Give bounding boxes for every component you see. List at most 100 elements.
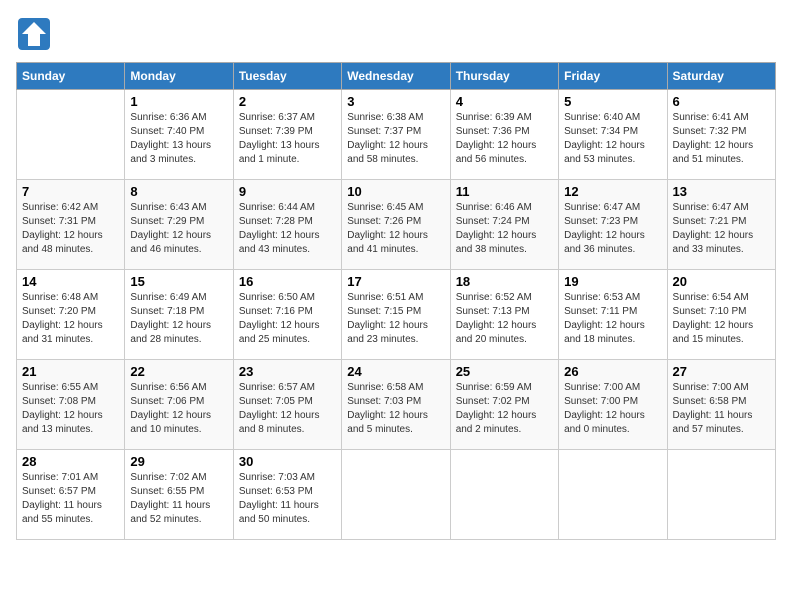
day-info: Sunrise: 6:46 AM Sunset: 7:24 PM Dayligh… xyxy=(456,201,553,257)
day-number: 17 xyxy=(347,274,444,289)
day-number: 8 xyxy=(130,184,227,199)
calendar-cell: 7 Sunrise: 6:42 AM Sunset: 7:31 PM Daylig… xyxy=(17,180,125,270)
day-info: Sunrise: 6:38 AM Sunset: 7:37 PM Dayligh… xyxy=(347,111,444,167)
day-number: 18 xyxy=(456,274,553,289)
calendar-cell: 18 Sunrise: 6:52 AM Sunset: 7:13 PM Dayli… xyxy=(450,270,558,360)
calendar-cell: 6 Sunrise: 6:41 AM Sunset: 7:32 PM Daylig… xyxy=(667,90,775,180)
day-number: 25 xyxy=(456,364,553,379)
day-info: Sunrise: 6:59 AM Sunset: 7:02 PM Dayligh… xyxy=(456,381,553,437)
day-info: Sunrise: 6:36 AM Sunset: 7:40 PM Dayligh… xyxy=(130,111,227,167)
calendar-cell xyxy=(17,90,125,180)
day-info: Sunrise: 6:50 AM Sunset: 7:16 PM Dayligh… xyxy=(239,291,336,347)
day-number: 9 xyxy=(239,184,336,199)
calendar-cell: 15 Sunrise: 6:49 AM Sunset: 7:18 PM Dayli… xyxy=(125,270,233,360)
header-saturday: Saturday xyxy=(667,63,775,90)
calendar-cell: 3 Sunrise: 6:38 AM Sunset: 7:37 PM Daylig… xyxy=(342,90,450,180)
day-number: 28 xyxy=(22,454,119,469)
week-row-1: 7 Sunrise: 6:42 AM Sunset: 7:31 PM Daylig… xyxy=(17,180,776,270)
calendar-cell xyxy=(667,450,775,540)
calendar-cell: 11 Sunrise: 6:46 AM Sunset: 7:24 PM Dayli… xyxy=(450,180,558,270)
week-row-4: 28 Sunrise: 7:01 AM Sunset: 6:57 PM Dayli… xyxy=(17,450,776,540)
calendar-cell: 5 Sunrise: 6:40 AM Sunset: 7:34 PM Daylig… xyxy=(559,90,667,180)
header-wednesday: Wednesday xyxy=(342,63,450,90)
calendar-cell xyxy=(342,450,450,540)
day-number: 26 xyxy=(564,364,661,379)
day-info: Sunrise: 6:58 AM Sunset: 7:03 PM Dayligh… xyxy=(347,381,444,437)
calendar-cell: 24Sunrise: 6:58 AM Sunset: 7:03 PM Dayli… xyxy=(342,360,450,450)
day-number: 3 xyxy=(347,94,444,109)
day-number: 19 xyxy=(564,274,661,289)
day-info: Sunrise: 6:52 AM Sunset: 7:13 PM Dayligh… xyxy=(456,291,553,347)
day-number: 20 xyxy=(673,274,770,289)
day-info: Sunrise: 6:41 AM Sunset: 7:32 PM Dayligh… xyxy=(673,111,770,167)
day-number: 30 xyxy=(239,454,336,469)
calendar-cell: 1 Sunrise: 6:36 AM Sunset: 7:40 PM Daylig… xyxy=(125,90,233,180)
week-row-3: 21Sunrise: 6:55 AM Sunset: 7:08 PM Dayli… xyxy=(17,360,776,450)
day-number: 4 xyxy=(456,94,553,109)
calendar-cell: 12 Sunrise: 6:47 AM Sunset: 7:23 PM Dayli… xyxy=(559,180,667,270)
week-row-0: 1 Sunrise: 6:36 AM Sunset: 7:40 PM Daylig… xyxy=(17,90,776,180)
day-info: Sunrise: 7:00 AM Sunset: 6:58 PM Dayligh… xyxy=(673,381,770,437)
day-info: Sunrise: 6:51 AM Sunset: 7:15 PM Dayligh… xyxy=(347,291,444,347)
calendar-cell: 20 Sunrise: 6:54 AM Sunset: 7:10 PM Dayli… xyxy=(667,270,775,360)
calendar-cell: 26Sunrise: 7:00 AM Sunset: 7:00 PM Dayli… xyxy=(559,360,667,450)
day-info: Sunrise: 6:47 AM Sunset: 7:23 PM Dayligh… xyxy=(564,201,661,257)
day-info: Sunrise: 6:39 AM Sunset: 7:36 PM Dayligh… xyxy=(456,111,553,167)
header-thursday: Thursday xyxy=(450,63,558,90)
header-row: SundayMondayTuesdayWednesdayThursdayFrid… xyxy=(17,63,776,90)
calendar-cell: 14 Sunrise: 6:48 AM Sunset: 7:20 PM Dayli… xyxy=(17,270,125,360)
calendar-cell: 4 Sunrise: 6:39 AM Sunset: 7:36 PM Daylig… xyxy=(450,90,558,180)
day-number: 12 xyxy=(564,184,661,199)
day-number: 14 xyxy=(22,274,119,289)
day-info: Sunrise: 7:02 AM Sunset: 6:55 PM Dayligh… xyxy=(130,471,227,527)
day-info: Sunrise: 6:37 AM Sunset: 7:39 PM Dayligh… xyxy=(239,111,336,167)
calendar-table: SundayMondayTuesdayWednesdayThursdayFrid… xyxy=(16,62,776,540)
calendar-cell: 13 Sunrise: 6:47 AM Sunset: 7:21 PM Dayli… xyxy=(667,180,775,270)
day-number: 11 xyxy=(456,184,553,199)
day-number: 5 xyxy=(564,94,661,109)
calendar-cell: 2 Sunrise: 6:37 AM Sunset: 7:39 PM Daylig… xyxy=(233,90,341,180)
calendar-cell: 21Sunrise: 6:55 AM Sunset: 7:08 PM Dayli… xyxy=(17,360,125,450)
logo-icon xyxy=(16,16,52,52)
week-row-2: 14 Sunrise: 6:48 AM Sunset: 7:20 PM Dayli… xyxy=(17,270,776,360)
calendar-cell xyxy=(450,450,558,540)
day-info: Sunrise: 6:49 AM Sunset: 7:18 PM Dayligh… xyxy=(130,291,227,347)
calendar-cell: 17 Sunrise: 6:51 AM Sunset: 7:15 PM Dayli… xyxy=(342,270,450,360)
day-number: 16 xyxy=(239,274,336,289)
day-number: 1 xyxy=(130,94,227,109)
day-info: Sunrise: 6:40 AM Sunset: 7:34 PM Dayligh… xyxy=(564,111,661,167)
day-info: Sunrise: 6:54 AM Sunset: 7:10 PM Dayligh… xyxy=(673,291,770,347)
day-info: Sunrise: 7:01 AM Sunset: 6:57 PM Dayligh… xyxy=(22,471,119,527)
day-number: 10 xyxy=(347,184,444,199)
day-info: Sunrise: 6:43 AM Sunset: 7:29 PM Dayligh… xyxy=(130,201,227,257)
day-info: Sunrise: 6:42 AM Sunset: 7:31 PM Dayligh… xyxy=(22,201,119,257)
day-number: 13 xyxy=(673,184,770,199)
day-info: Sunrise: 6:45 AM Sunset: 7:26 PM Dayligh… xyxy=(347,201,444,257)
day-info: Sunrise: 6:57 AM Sunset: 7:05 PM Dayligh… xyxy=(239,381,336,437)
day-number: 7 xyxy=(22,184,119,199)
day-number: 22 xyxy=(130,364,227,379)
day-number: 29 xyxy=(130,454,227,469)
day-number: 15 xyxy=(130,274,227,289)
calendar-cell: 9Sunrise: 6:44 AM Sunset: 7:28 PM Daylig… xyxy=(233,180,341,270)
calendar-cell xyxy=(559,450,667,540)
header-tuesday: Tuesday xyxy=(233,63,341,90)
calendar-cell: 22Sunrise: 6:56 AM Sunset: 7:06 PM Dayli… xyxy=(125,360,233,450)
calendar-cell: 10 Sunrise: 6:45 AM Sunset: 7:26 PM Dayli… xyxy=(342,180,450,270)
day-number: 23 xyxy=(239,364,336,379)
calendar-cell: 8 Sunrise: 6:43 AM Sunset: 7:29 PM Daylig… xyxy=(125,180,233,270)
day-number: 27 xyxy=(673,364,770,379)
day-info: Sunrise: 7:03 AM Sunset: 6:53 PM Dayligh… xyxy=(239,471,336,527)
header-sunday: Sunday xyxy=(17,63,125,90)
calendar-cell: 16 Sunrise: 6:50 AM Sunset: 7:16 PM Dayli… xyxy=(233,270,341,360)
calendar-cell: 29 Sunrise: 7:02 AM Sunset: 6:55 PM Dayli… xyxy=(125,450,233,540)
day-number: 21 xyxy=(22,364,119,379)
calendar-cell: 25 Sunrise: 6:59 AM Sunset: 7:02 PM Dayli… xyxy=(450,360,558,450)
day-info: Sunrise: 6:47 AM Sunset: 7:21 PM Dayligh… xyxy=(673,201,770,257)
day-info: Sunrise: 6:48 AM Sunset: 7:20 PM Dayligh… xyxy=(22,291,119,347)
day-number: 6 xyxy=(673,94,770,109)
calendar-cell: 27 Sunrise: 7:00 AM Sunset: 6:58 PM Dayli… xyxy=(667,360,775,450)
calendar-cell: 30 Sunrise: 7:03 AM Sunset: 6:53 PM Dayli… xyxy=(233,450,341,540)
page-header xyxy=(16,16,776,52)
day-number: 2 xyxy=(239,94,336,109)
